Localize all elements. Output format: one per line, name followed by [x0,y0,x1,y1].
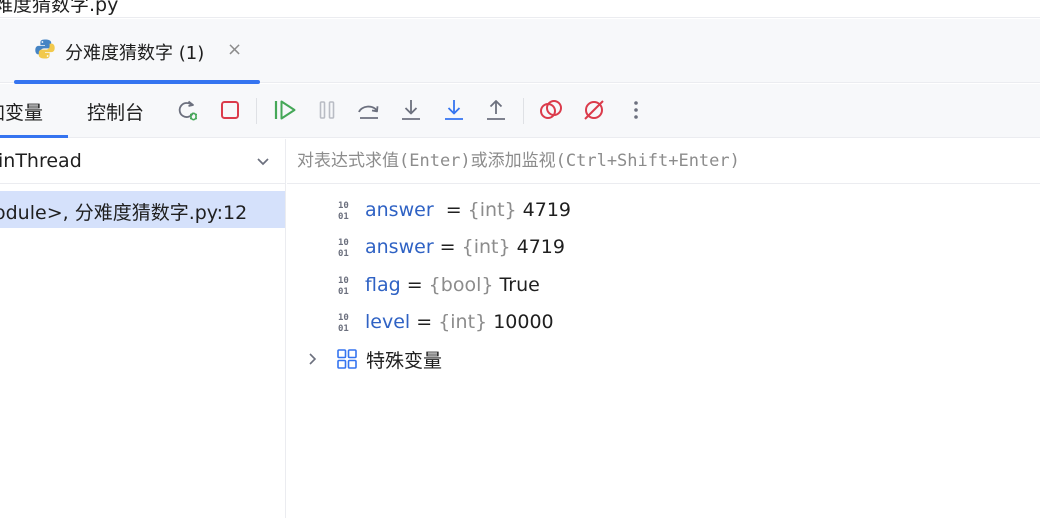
special-variables-row[interactable]: 特殊变量 [305,344,442,374]
variable-type: {int} [461,236,511,258]
evaluate-expression-bar [287,139,1040,184]
more-icon [634,101,638,119]
variable-value: 10000 [493,311,554,333]
variable-equals: = [410,311,439,333]
svg-text:10: 10 [338,201,349,211]
variable-equals: = [433,236,462,258]
thread-name: inThread [0,150,82,172]
session-tab-label: 分难度猜数字 (1) [65,43,205,64]
binary-value-icon: 10 01 [338,201,349,221]
step-over-button[interactable] [355,96,383,124]
stop-icon [221,101,239,119]
frames-panel: inThread odule>, 分难度猜数字.py:12 [0,139,286,518]
stop-button[interactable] [216,96,244,124]
resume-icon [274,100,296,120]
variable-type: {bool} [428,274,494,296]
svg-text:10: 10 [338,313,349,323]
step-into-my-code-button[interactable] [440,96,468,124]
mute-breakpoints-button[interactable] [580,96,608,124]
special-variables-icon [337,349,357,369]
variable-name: answer [365,199,434,221]
window-title: 难度猜数字.py [0,0,119,16]
variable-equals: = [433,199,468,221]
variable-type: {int} [438,311,488,333]
step-out-button[interactable] [482,96,510,124]
tab-variables[interactable]: 加变量 [0,98,43,125]
window-title-strip: 难度猜数字.py [0,0,1040,18]
variable-row[interactable]: 10 01 flag = {bool} True [337,270,540,300]
pause-icon [319,101,335,119]
thread-selector[interactable]: inThread [0,139,285,184]
variable-name: flag [365,274,401,296]
variable-equals: = [400,274,429,296]
step-into-icon [402,100,420,120]
binary-value-icon: 10 01 [338,238,349,258]
step-into-my-code-icon [445,100,463,120]
pause-button[interactable] [313,96,341,124]
step-into-button[interactable] [397,96,425,124]
svg-text:01: 01 [338,212,349,221]
debugger-toolbar: 加变量 控制台 [0,84,1040,138]
special-variables-label: 特殊变量 [366,349,443,372]
variable-value: True [499,274,540,296]
debug-session-tabbar: 分难度猜数字 (1) × [0,19,1040,84]
svg-text:10: 10 [338,276,349,286]
mute-breakpoints-icon [584,100,604,120]
step-out-icon [487,100,505,120]
step-over-icon [358,105,379,119]
rerun-debug-icon [178,100,197,121]
svg-text:01: 01 [338,324,349,333]
frame-row[interactable]: odule>, 分难度猜数字.py:12 [0,191,285,228]
view-breakpoints-button[interactable] [537,96,565,124]
toolbar-divider [523,98,524,124]
variable-value: 4719 [516,236,565,258]
tab-console[interactable]: 控制台 [87,98,144,125]
variable-name: answer [365,236,434,258]
variable-row[interactable]: 10 01 level = {int} 10000 [337,307,554,337]
debug-session-tab[interactable]: 分难度猜数字 (1) × [14,19,260,84]
resume-button[interactable] [271,96,299,124]
binary-value-icon: 10 01 [338,313,349,333]
frame-label: odule>, 分难度猜数字.py:12 [0,202,248,224]
python-icon [35,39,55,59]
svg-text:01: 01 [338,287,349,296]
rerun-debug-button[interactable] [173,96,201,124]
variable-name: level [365,311,411,333]
variable-value: 4719 [522,199,572,221]
expand-toggle[interactable] [305,351,321,367]
variables-tab-indicator [0,135,68,138]
more-actions-button[interactable] [622,96,650,124]
variable-type: {int} [467,199,517,221]
svg-text:10: 10 [338,238,349,248]
variable-row[interactable]: 10 01 answer = {int} 4719 [337,195,571,225]
binary-value-icon: 10 01 [338,276,349,296]
evaluate-expression-input[interactable] [297,147,1027,175]
chevron-down-icon [257,158,269,166]
close-icon[interactable]: × [227,40,242,60]
view-breakpoints-icon [540,100,562,119]
variable-row[interactable]: 10 01 answer = {int} 4719 [337,232,565,262]
toolbar-divider [256,98,257,124]
chevron-right-icon [309,353,317,365]
svg-text:01: 01 [338,249,349,258]
